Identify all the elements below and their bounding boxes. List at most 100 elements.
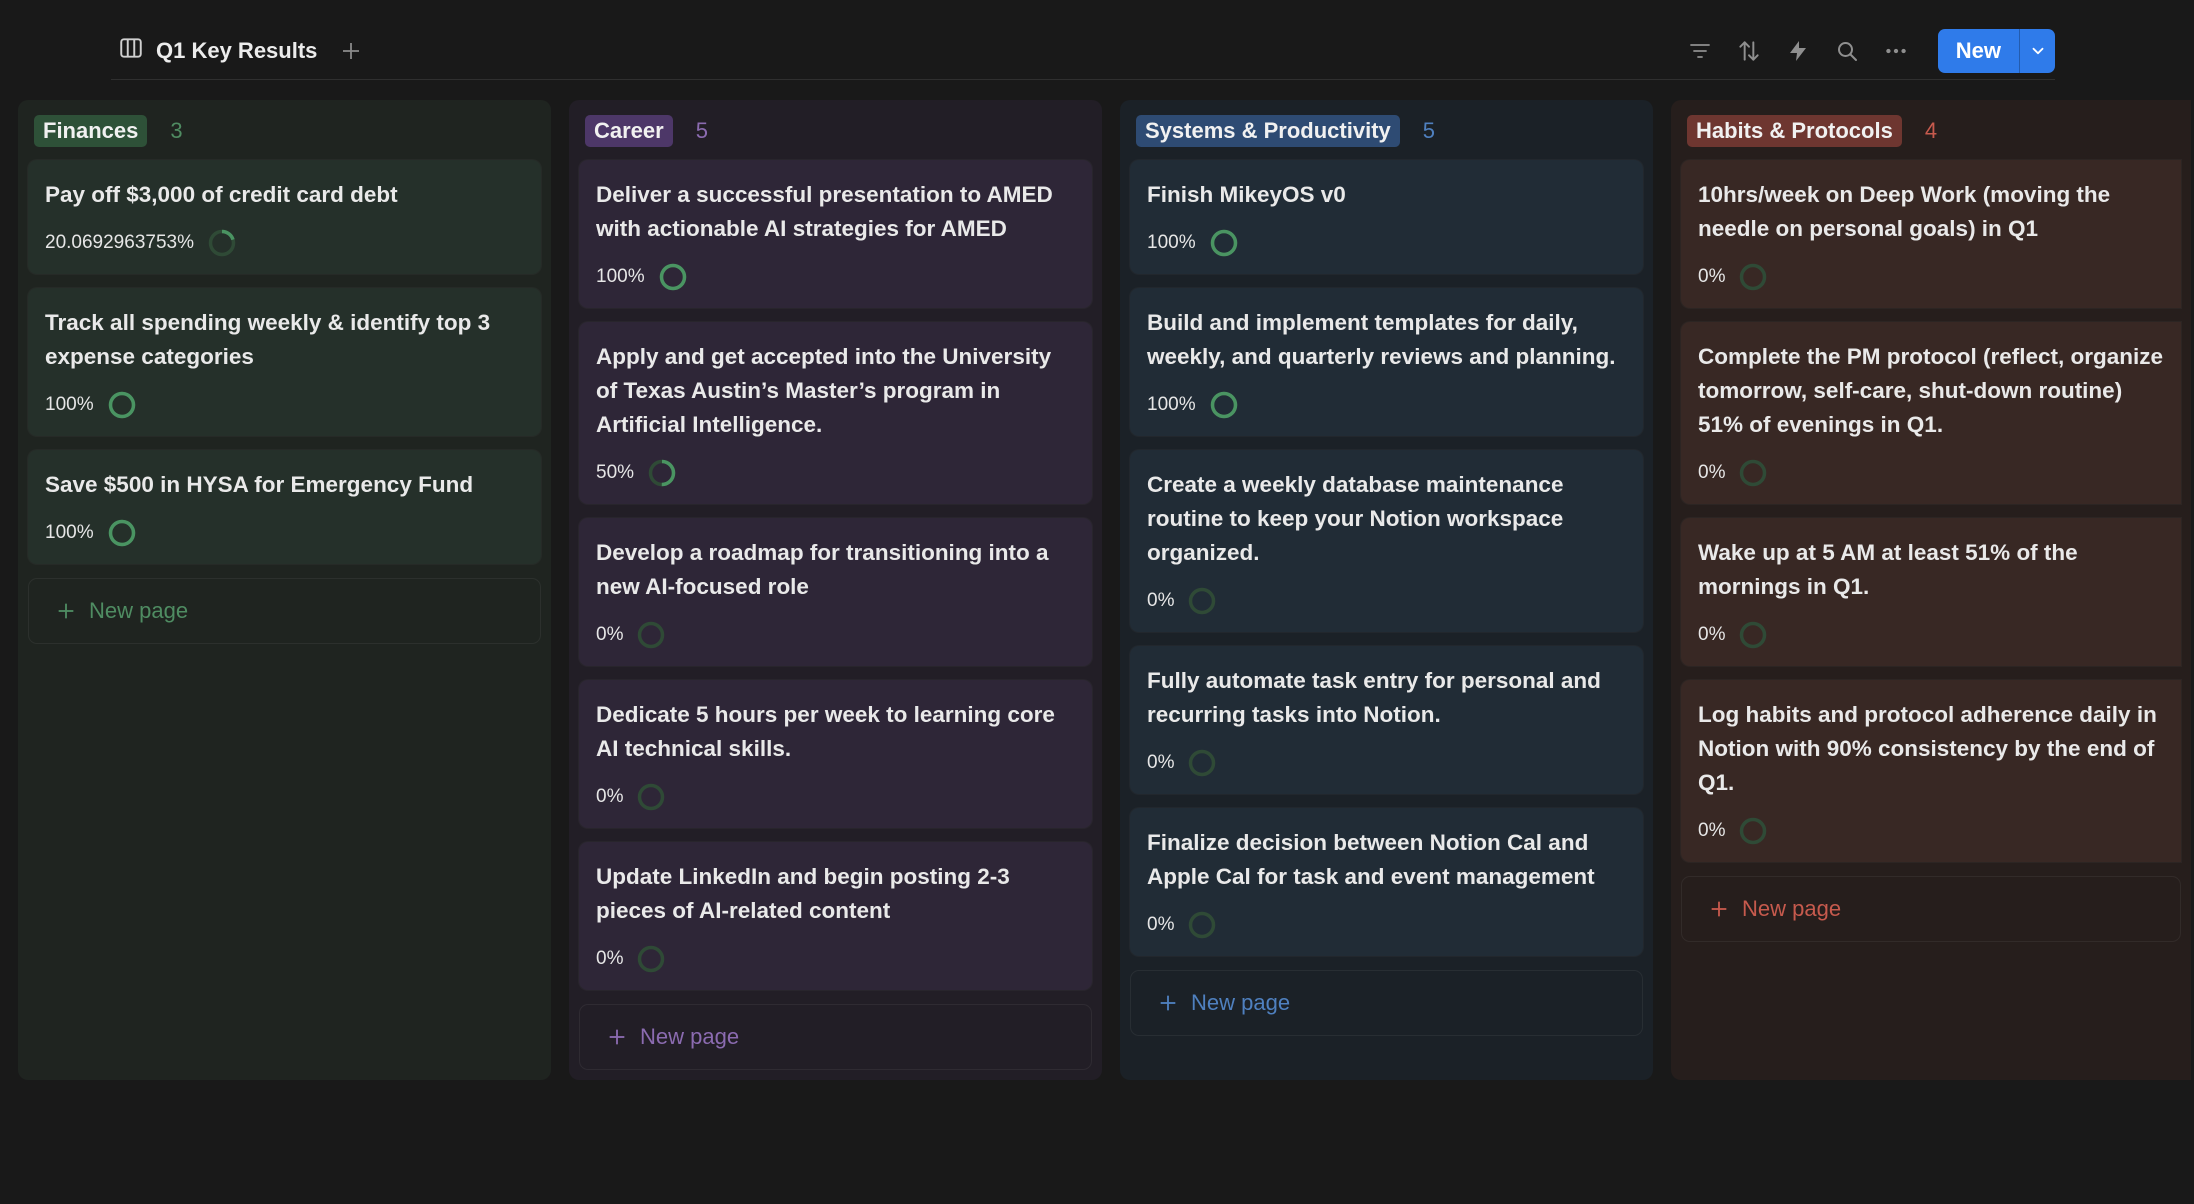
new-page-button[interactable]: New page: [579, 1004, 1092, 1070]
card[interactable]: Finish MikeyOS v0 100%: [1130, 160, 1643, 274]
progress-ring-track: [638, 621, 665, 649]
card[interactable]: Finalize decision between Notion Cal and…: [1130, 808, 1643, 956]
card[interactable]: Build and implement templates for daily,…: [1130, 288, 1643, 436]
progress-value: 0%: [1147, 590, 1175, 611]
column-count: 5: [1422, 118, 1435, 143]
progress-ring-track: [1740, 459, 1767, 487]
card[interactable]: Dedicate 5 hours per week to learning co…: [579, 680, 1092, 828]
column-header: Systems & Productivity 5: [1130, 112, 1643, 150]
progress-value: 0%: [596, 624, 624, 645]
progress-ring-fill: [108, 519, 135, 547]
card[interactable]: Save $500 in HYSA for Emergency Fund 100%: [28, 450, 541, 564]
progress-ring-fill: [1210, 229, 1237, 257]
card-progress: 0%: [1698, 620, 2164, 650]
column-finances: Finances 3 Pay off $3,000 of credit card d…: [18, 100, 551, 1080]
progress-ring: [1740, 263, 1767, 291]
card-progress: 100%: [596, 262, 1075, 292]
card-title: Fully automate task entry for personal a…: [1147, 668, 1601, 727]
progress-ring-fill: [108, 391, 135, 419]
card[interactable]: Update LinkedIn and begin posting 2-3 pi…: [579, 842, 1092, 990]
card-progress: 0%: [1698, 816, 2164, 846]
card-progress: 100%: [45, 390, 524, 420]
card-progress: 20.0692963753%: [45, 228, 524, 258]
plus-icon: [1711, 901, 1727, 917]
card-progress: 0%: [1147, 910, 1626, 940]
new-button-group: New: [1937, 28, 2055, 73]
card[interactable]: Pay off $3,000 of credit card debt 20.069…: [28, 160, 541, 274]
plus-icon: [58, 603, 74, 619]
card-progress: 0%: [596, 620, 1075, 650]
new-page-label: New page: [1742, 896, 1842, 921]
add-view-button[interactable]: [339, 39, 363, 63]
progress-ring-track: [638, 783, 665, 811]
view-header: Q1 Key Results New: [111, 22, 2055, 80]
progress-value: 0%: [1698, 462, 1726, 483]
progress-ring: [1189, 911, 1216, 939]
new-button[interactable]: New: [1938, 29, 2019, 73]
card-progress: 0%: [596, 944, 1075, 974]
card[interactable]: Wake up at 5 AM at least 51% of the morn…: [1681, 518, 2181, 666]
card[interactable]: Apply and get accepted into the Universi…: [579, 322, 1092, 504]
progress-ring: [208, 229, 236, 257]
card[interactable]: Complete the PM protocol (reflect, organ…: [1681, 322, 2181, 504]
column-tag[interactable]: Habits & Protocols: [1687, 115, 1902, 147]
column-count: 4: [1924, 118, 1938, 143]
card[interactable]: Track all spending weekly & identify top…: [28, 288, 541, 436]
card[interactable]: 10hrs/week on Deep Work (moving the need…: [1681, 160, 2181, 308]
new-dropdown-button[interactable]: [2019, 28, 2055, 73]
card-progress: 50%: [596, 458, 1075, 488]
progress-ring-track: [1740, 263, 1767, 291]
more-icon[interactable]: [1883, 38, 1909, 64]
column-count: 5: [695, 118, 708, 143]
card[interactable]: Develop a roadmap for transitioning into…: [579, 518, 1092, 666]
automation-icon[interactable]: [1785, 38, 1811, 64]
card-title: Dedicate 5 hours per week to learning co…: [596, 702, 1055, 761]
progress-ring: [1740, 817, 1767, 845]
view-tab-q1-key-results[interactable]: Q1 Key Results: [118, 35, 317, 66]
card-progress: 0%: [1698, 458, 2164, 488]
card[interactable]: Fully automate task entry for personal a…: [1130, 646, 1643, 794]
view-title: Q1 Key Results: [156, 37, 318, 63]
card-progress: 100%: [45, 518, 524, 548]
progress-ring: [648, 459, 676, 487]
plus-icon: [609, 1029, 625, 1045]
filter-icon[interactable]: [1687, 38, 1713, 64]
progress-value: 50%: [596, 462, 635, 483]
card-title: Finalize decision between Notion Cal and…: [1147, 830, 1595, 889]
new-page-button[interactable]: New page: [1130, 970, 1643, 1036]
progress-ring-track: [1189, 749, 1216, 777]
progress-value: 0%: [596, 948, 624, 969]
column-tag[interactable]: Finances: [34, 115, 148, 147]
card[interactable]: Deliver a successful presentation to AME…: [579, 160, 1092, 308]
progress-value: 0%: [596, 786, 624, 807]
progress-ring-fill: [659, 263, 686, 291]
progress-ring: [638, 783, 665, 811]
progress-ring: [1210, 229, 1237, 257]
kanban-board: Finances 3 Pay off $3,000 of credit card d…: [18, 100, 2191, 1080]
sort-icon[interactable]: [1736, 38, 1762, 64]
card-title: Track all spending weekly & identify top…: [45, 310, 491, 369]
column-header: Career 5: [579, 112, 1092, 150]
card-title: Save $500 in HYSA for Emergency Fund: [45, 472, 474, 497]
progress-ring-track: [1189, 587, 1216, 615]
progress-ring-track: [638, 945, 665, 973]
card-progress: 100%: [1147, 390, 1626, 420]
progress-ring: [1189, 587, 1216, 615]
column-tag[interactable]: Systems & Productivity: [1136, 115, 1400, 147]
card[interactable]: Log habits and protocol adherence daily …: [1681, 680, 2181, 862]
progress-ring: [638, 621, 665, 649]
card-progress: 0%: [1147, 586, 1626, 616]
toolbar: New: [1687, 28, 2055, 73]
column-tag[interactable]: Career: [585, 115, 673, 147]
progress-ring-track: [1189, 911, 1216, 939]
progress-ring-track: [1740, 621, 1767, 649]
progress-ring: [108, 391, 135, 419]
card[interactable]: Create a weekly database maintenance rou…: [1130, 450, 1643, 632]
progress-value: 20.0692963753%: [45, 232, 194, 253]
column-header: Habits & Protocols 4: [1681, 112, 2181, 150]
card-title: Pay off $3,000 of credit card debt: [45, 182, 398, 207]
new-page-button[interactable]: New page: [28, 578, 541, 644]
new-page-button[interactable]: New page: [1681, 876, 2181, 942]
search-icon[interactable]: [1834, 38, 1860, 64]
card-title: Update LinkedIn and begin posting 2-3 pi…: [596, 864, 1010, 923]
